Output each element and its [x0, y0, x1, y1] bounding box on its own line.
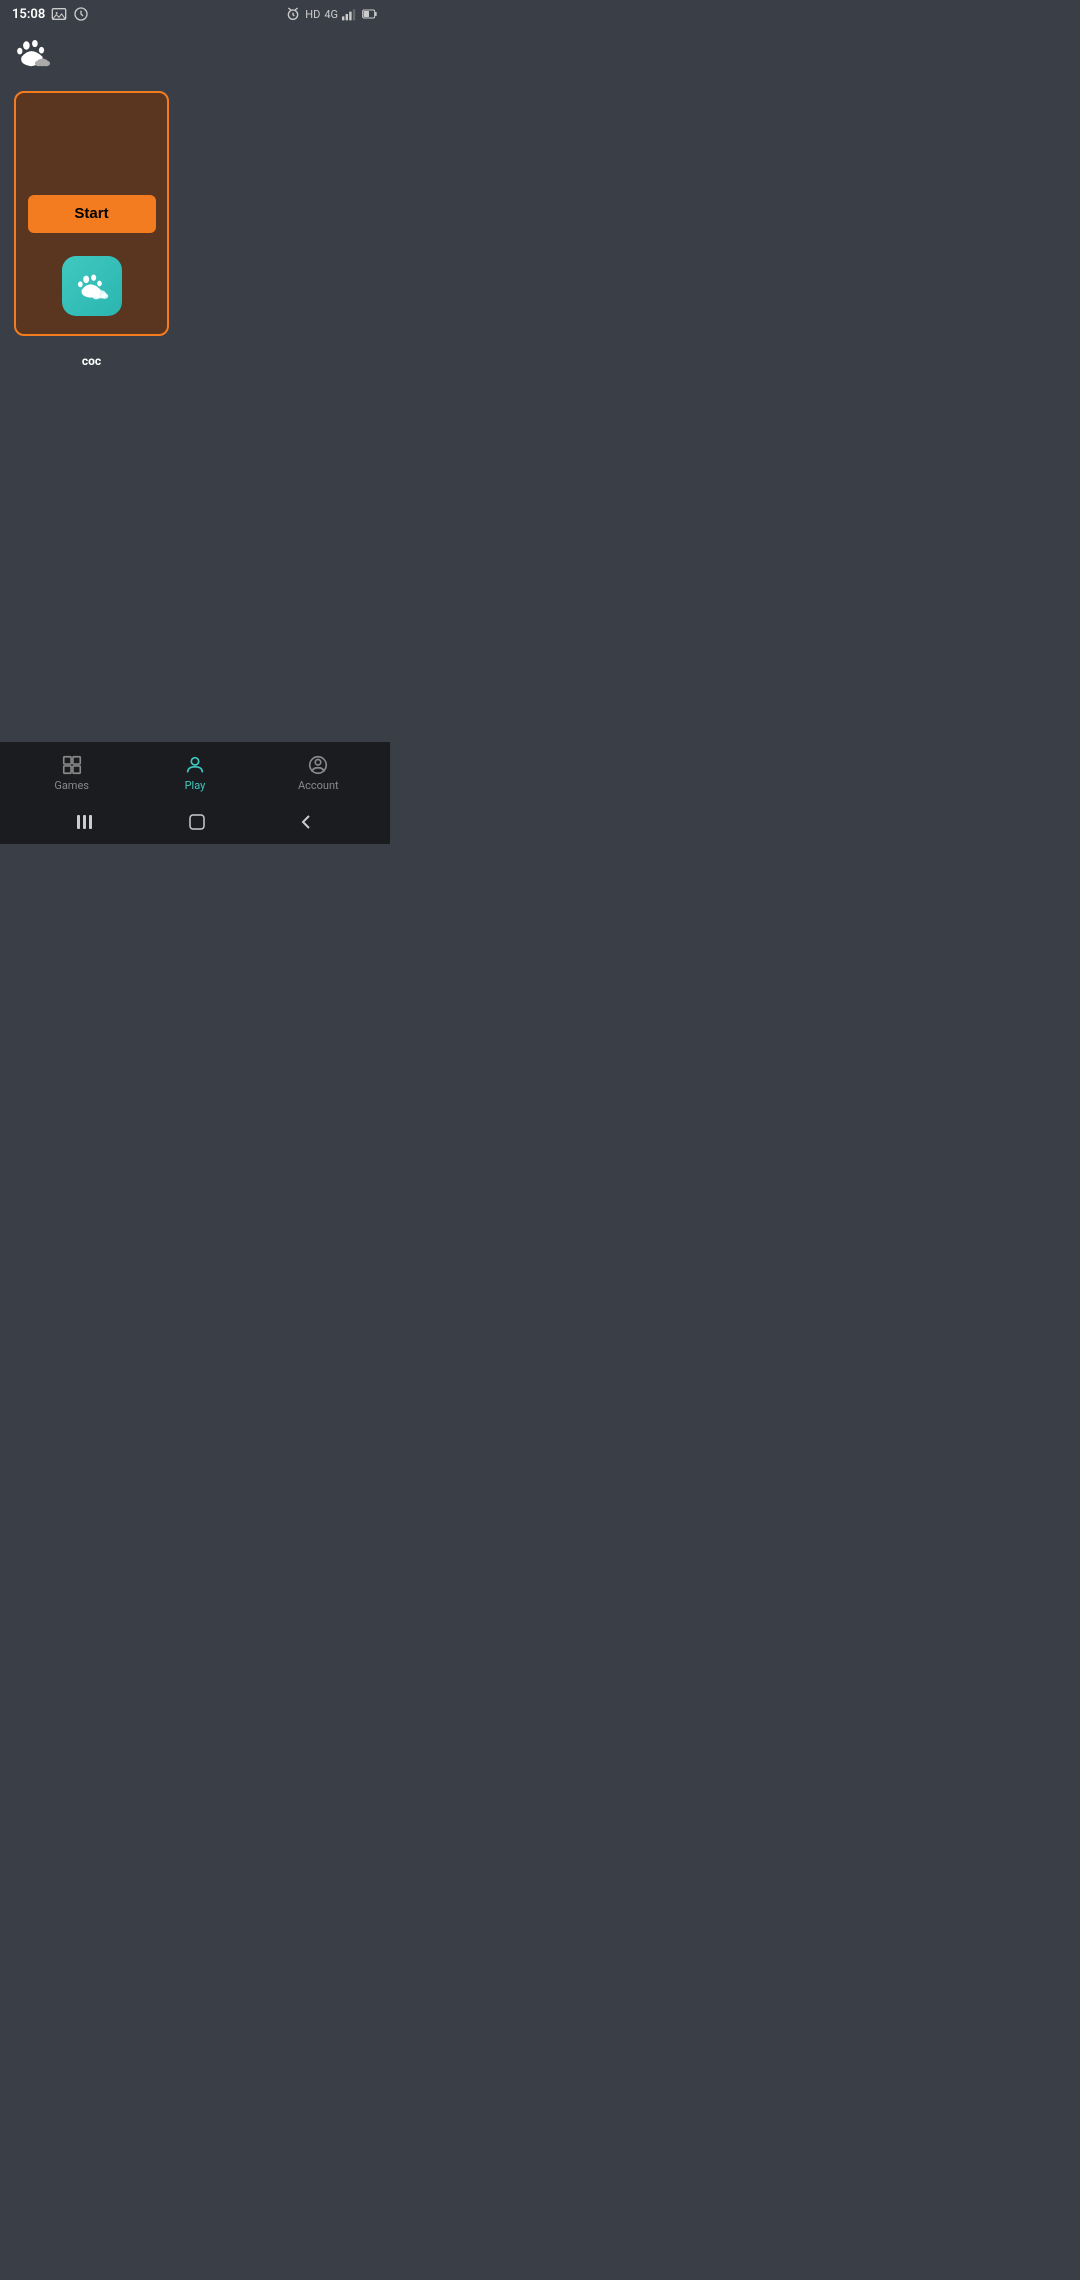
signal-icon	[342, 6, 358, 22]
account-icon	[307, 754, 329, 776]
battery-icon	[362, 6, 378, 22]
play-icon	[184, 754, 206, 776]
paw-cloud-logo	[14, 36, 52, 77]
recents-button[interactable]	[77, 815, 95, 833]
status-bar: 15:08 HD 4G	[0, 0, 390, 28]
alarm-icon	[285, 6, 301, 22]
status-time: 15:08	[12, 7, 45, 22]
status-right: HD 4G	[285, 6, 378, 22]
gallery-icon	[51, 6, 67, 22]
games-label: Games	[54, 779, 89, 792]
network-badge: 4G	[324, 8, 338, 21]
play-label: Play	[185, 779, 206, 792]
app-icon[interactable]	[62, 256, 122, 316]
account-label: Account	[298, 779, 339, 792]
home-button[interactable]	[189, 814, 205, 834]
bottom-nav: Games Play Account	[0, 742, 390, 804]
back-button[interactable]	[299, 814, 313, 834]
system-nav	[0, 804, 390, 844]
app-name: coc	[82, 354, 101, 368]
game-card-wrapper: Start coc	[14, 91, 169, 336]
status-left: 15:08	[12, 6, 89, 22]
nav-item-play[interactable]: Play	[160, 754, 230, 792]
top-logo-area	[0, 28, 390, 81]
games-icon	[61, 754, 83, 776]
app-icon-container: coc	[62, 256, 122, 368]
hd-badge: HD	[305, 8, 320, 21]
nav-item-account[interactable]: Account	[283, 754, 353, 792]
start-button[interactable]: Start	[28, 195, 156, 233]
nav-item-games[interactable]: Games	[37, 754, 107, 792]
main-content: Start coc	[0, 81, 390, 346]
clock-icon	[73, 6, 89, 22]
